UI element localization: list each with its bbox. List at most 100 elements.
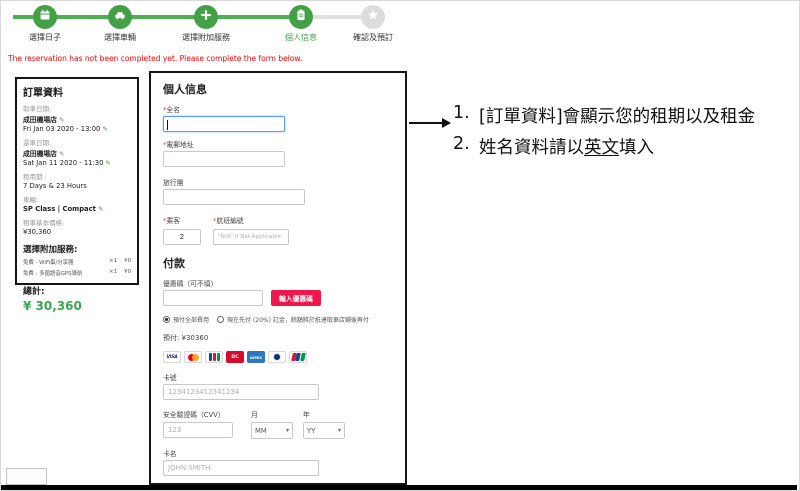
personal-info-form: 個人信息 *全名 *電郵地址 旅行團 *乘客 *航班編號 付款 優惠碼（可不填）… [149,71,407,490]
return-datetime: Sat Jan 11 2020 - 11:30 [23,159,104,167]
vehicle-label: 車輛: [23,196,39,204]
pay-full-label: 預付全部費用 [173,317,210,324]
mastercard-icon [184,351,202,363]
note-item-1: 1. [訂單資料]會顯示您的租期以及租金 [453,103,755,128]
text-cursor [167,120,168,130]
passengers-label: 乘客 [166,217,180,225]
plus-icon [198,7,214,27]
step-personal-info[interactable] [289,5,313,29]
email-label: 電郵地址 [166,141,194,149]
flight-number-input[interactable] [213,229,289,245]
card-number-input[interactable] [163,384,319,400]
fullname-label: 全名 [166,106,180,114]
vehicle-value: SP Class | Compact [23,205,96,213]
calendar-icon [37,7,53,27]
edit-pickup-datetime-icon[interactable]: ✎ [102,125,107,133]
annotation-arrow-icon [409,118,451,128]
dc-card-icon: DC [226,351,244,363]
base-price-value: ¥30,360 [23,228,52,236]
addon-row: 免費 - 多國語音GPS導航 ×1 ¥0 [23,269,131,277]
booking-page: 選擇日子 選擇車輛 選擇附加服務 個人信息 確認及預訂 The reservat… [0,0,800,491]
diners-icon [268,351,286,363]
form-title: 個人信息 [163,83,207,96]
pay-deposit-radio[interactable] [217,316,225,323]
expiry-month-select[interactable]: MM ▾ [251,422,293,439]
rental-period-value: 7 Days & 23 Hours [23,182,87,190]
email-input[interactable] [163,151,285,167]
step-label-select-dates: 選擇日子 [29,33,61,42]
payment-section-title: 付款 [163,257,185,270]
cvv-label: 安全驗證碼（CVV） [163,411,225,419]
amex-icon: AMEX [247,351,265,363]
chevron-down-icon: ▾ [285,427,289,434]
tour-group-label: 旅行團 [163,179,184,187]
step-label-select-vehicle: 選擇車輛 [104,33,136,42]
total-label: 總計: [23,287,45,297]
clipboard-icon [293,7,309,27]
coupon-input[interactable] [163,290,263,306]
addon-price: ¥0 [124,269,131,275]
card-name-input[interactable] [163,460,319,476]
total-value: ¥ 30,360 [23,299,82,313]
edit-pickup-location-icon[interactable]: ✎ [59,116,64,124]
order-summary-title: 訂單資料 [23,88,63,99]
expiry-month-label: 月 [251,411,258,419]
partial-panel-fragment [6,468,47,485]
tour-group-input[interactable] [163,189,305,205]
underlined-text: 英文 [584,138,619,158]
coupon-label: 優惠碼（可不填） [163,280,218,288]
note-item-2: 2. 姓名資料請以英文填入 [453,134,755,159]
step-select-vehicle[interactable] [108,5,132,29]
rental-period-label: 租用期 : [23,173,47,181]
bottom-divider-bar [1,485,797,490]
note-text: 姓名資料請以英文填入 [479,138,654,158]
apply-coupon-button[interactable]: 輸入優惠碼 [271,290,321,306]
annotation-notes: 1. [訂單資料]會顯示您的租期以及租金 2. 姓名資料請以英文填入 [453,103,755,165]
unionpay-icon [289,351,307,363]
edit-return-datetime-icon[interactable]: ✎ [105,159,110,167]
cvv-input[interactable] [163,422,233,438]
step-label-personal-info: 個人信息 [285,33,317,42]
return-date-label: 還車日期: [23,139,52,147]
return-location: 成田機場店 [23,150,57,158]
addon-name: 免費 - 多國語音GPS導航 [23,271,83,277]
chevron-down-icon: ▾ [337,427,341,434]
fullname-input[interactable] [163,116,285,132]
visa-icon: VISA [163,351,181,363]
addon-qty: ×1 [109,258,117,264]
star-icon [365,7,381,27]
prepay-amount: 預付: ¥30360 [163,334,209,342]
pay-full-radio[interactable] [163,316,170,323]
addon-price: ¥0 [124,258,131,264]
expiry-year-label: 年 [303,411,310,419]
accepted-cards: VISA DC AMEX [163,351,391,363]
pickup-location: 成田機場店 [23,116,57,124]
addon-qty: ×1 [109,269,117,275]
edit-return-location-icon[interactable]: ✎ [59,150,64,158]
passengers-input[interactable] [163,229,201,245]
step-label-select-addons: 選擇附加服務 [182,33,230,42]
note-number: 1. [453,103,470,123]
incomplete-reservation-warning: The reservation has not been completed y… [8,54,303,63]
card-name-label: 卡名 [163,450,177,458]
base-price-label: 租車基本價格: [23,219,65,227]
step-select-dates[interactable] [33,5,57,29]
note-text: [訂單資料]會顯示您的租期以及租金 [479,107,756,127]
step-confirm-booking[interactable] [361,5,385,29]
card-number-label: 卡號 [163,374,177,382]
flight-number-label: 航班編號 [216,217,244,225]
edit-vehicle-icon[interactable]: ✎ [98,205,103,213]
addon-row: 免費 - WiFi蛋/分享器 ×1 ¥0 [23,258,131,266]
addons-section-label: 選擇附加服務: [23,245,78,255]
pickup-datetime: Fri Jan 03 2020 - 13:00 [23,125,101,133]
expiry-year-select[interactable]: YY ▾ [303,422,345,439]
note-number: 2. [453,134,470,154]
order-summary-panel: 訂單資料 取車日期: 成田機場店 ✎ Fri Jan 03 2020 - 13:0… [15,77,139,313]
step-select-addons[interactable] [194,5,218,29]
pay-deposit-label: 現在先付 (20%) 訂金，餘額將於抵達取車店鋪後再付 [227,317,369,324]
addon-name: 免費 - WiFi蛋/分享器 [23,260,74,266]
pickup-date-label: 取車日期: [23,105,52,113]
jcb-icon [205,351,223,363]
car-icon [112,7,128,27]
step-label-confirm-booking: 確認及預訂 [353,33,393,42]
